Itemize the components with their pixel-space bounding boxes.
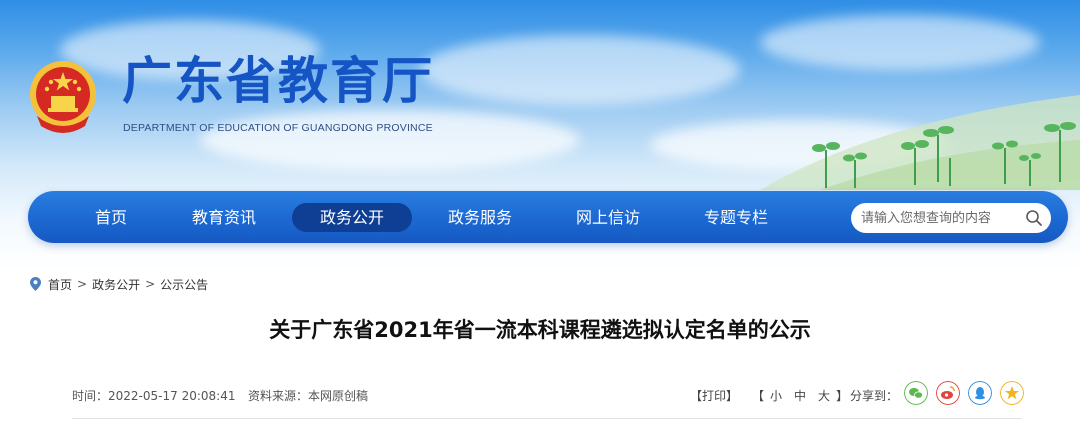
qzone-star-icon[interactable] xyxy=(1000,381,1024,405)
site-title: 广东省教育厅 xyxy=(122,52,434,110)
breadcrumb-government-affairs[interactable]: 政务公开 xyxy=(92,276,140,293)
nav-item-online-petition[interactable]: 网上信访 xyxy=(568,203,648,232)
share-label: 分享到： xyxy=(850,389,899,403)
breadcrumb-announcements[interactable]: 公示公告 xyxy=(160,276,208,293)
nav-item-government-services[interactable]: 政务服务 xyxy=(440,203,520,232)
breadcrumb-separator: > xyxy=(145,277,156,291)
font-size-small-button[interactable]: 小 xyxy=(770,389,782,403)
location-pin-icon xyxy=(30,277,41,291)
nav-item-home[interactable]: 首页 xyxy=(82,203,140,232)
breadcrumb-separator: > xyxy=(77,277,88,291)
qq-icon[interactable] xyxy=(968,381,992,405)
font-size-medium-button[interactable]: 中 xyxy=(794,389,806,403)
article-source: 资料来源：本网原创稿 xyxy=(248,387,368,404)
breadcrumb: 首页 > 政务公开 > 公示公告 xyxy=(30,276,208,292)
article-title: 关于广东省2021年省一流本科课程遴选拟认定名单的公示 xyxy=(269,318,811,342)
font-size-selector: 【小中大】 xyxy=(752,387,848,404)
nav-item-special-topics[interactable]: 专题专栏 xyxy=(696,203,776,232)
size-bracket-open: 【 xyxy=(752,389,765,403)
national-emblem-icon xyxy=(30,61,96,133)
search-input[interactable] xyxy=(861,203,1021,233)
site-subtitle: DEPARTMENT OF EDUCATION OF GUANGDONG PRO… xyxy=(123,122,433,134)
source-value: 本网原创稿 xyxy=(308,389,369,403)
publish-time: 时间：2022-05-17 20:08:41 xyxy=(72,387,235,404)
breadcrumb-home[interactable]: 首页 xyxy=(48,276,72,293)
publish-time-label: 时间： xyxy=(72,389,109,403)
page: 广东省教育厅 DEPARTMENT OF EDUCATION OF GUANGD… xyxy=(0,0,1080,445)
size-bracket-close: 】 xyxy=(836,389,849,403)
main-nav: 首页 教育资讯 政务公开 政务服务 网上信访 专题专栏 xyxy=(28,191,1068,243)
print-button[interactable]: 【打印】 xyxy=(690,387,738,404)
font-size-large-button[interactable]: 大 xyxy=(818,389,830,403)
nav-item-education-news[interactable]: 教育资讯 xyxy=(184,203,264,232)
search-icon[interactable] xyxy=(1025,209,1043,227)
wechat-icon[interactable] xyxy=(904,381,928,405)
source-label: 资料来源： xyxy=(248,389,309,403)
weibo-icon[interactable] xyxy=(936,381,960,405)
publish-time-value: 2022-05-17 20:08:41 xyxy=(108,389,236,403)
nav-item-government-affairs[interactable]: 政务公开 xyxy=(292,203,412,232)
search-box xyxy=(851,203,1051,233)
divider xyxy=(72,418,1022,419)
